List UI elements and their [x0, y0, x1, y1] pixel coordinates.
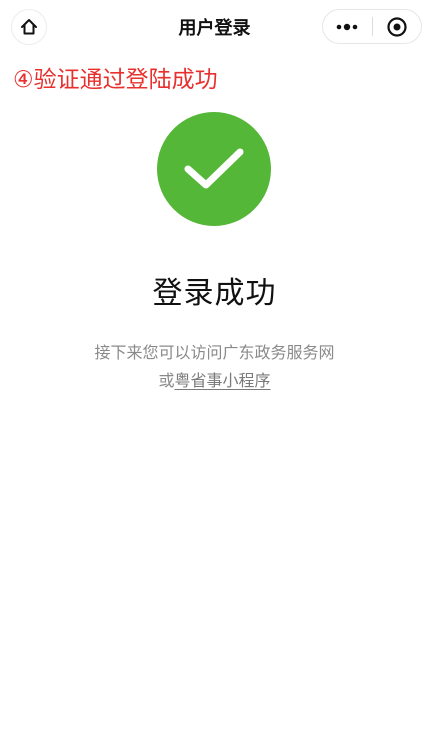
close-button[interactable]: [372, 10, 421, 43]
success-icon-circle: [157, 112, 271, 226]
description-line-2: 或粤省事小程序: [0, 367, 429, 395]
target-circle-icon: [387, 16, 407, 37]
description-line-1: 接下来您可以访问广东政务服务网: [94, 343, 335, 362]
check-icon: [184, 148, 244, 189]
description-prefix: 或: [158, 371, 175, 390]
more-button[interactable]: [323, 10, 372, 43]
mini-program-capsule: [322, 9, 422, 44]
home-icon: [21, 19, 37, 35]
result-title: 登录成功: [152, 276, 277, 311]
home-button[interactable]: [11, 9, 47, 45]
step-annotation: ④验证通过登陆成功: [13, 67, 218, 93]
mini-program-link[interactable]: 粤省事小程序: [175, 371, 271, 390]
navigation-bar: 用户登录: [0, 0, 429, 54]
more-dots-icon: [336, 23, 358, 30]
result-description: 接下来您可以访问广东政务服务网 或粤省事小程序: [0, 339, 429, 395]
